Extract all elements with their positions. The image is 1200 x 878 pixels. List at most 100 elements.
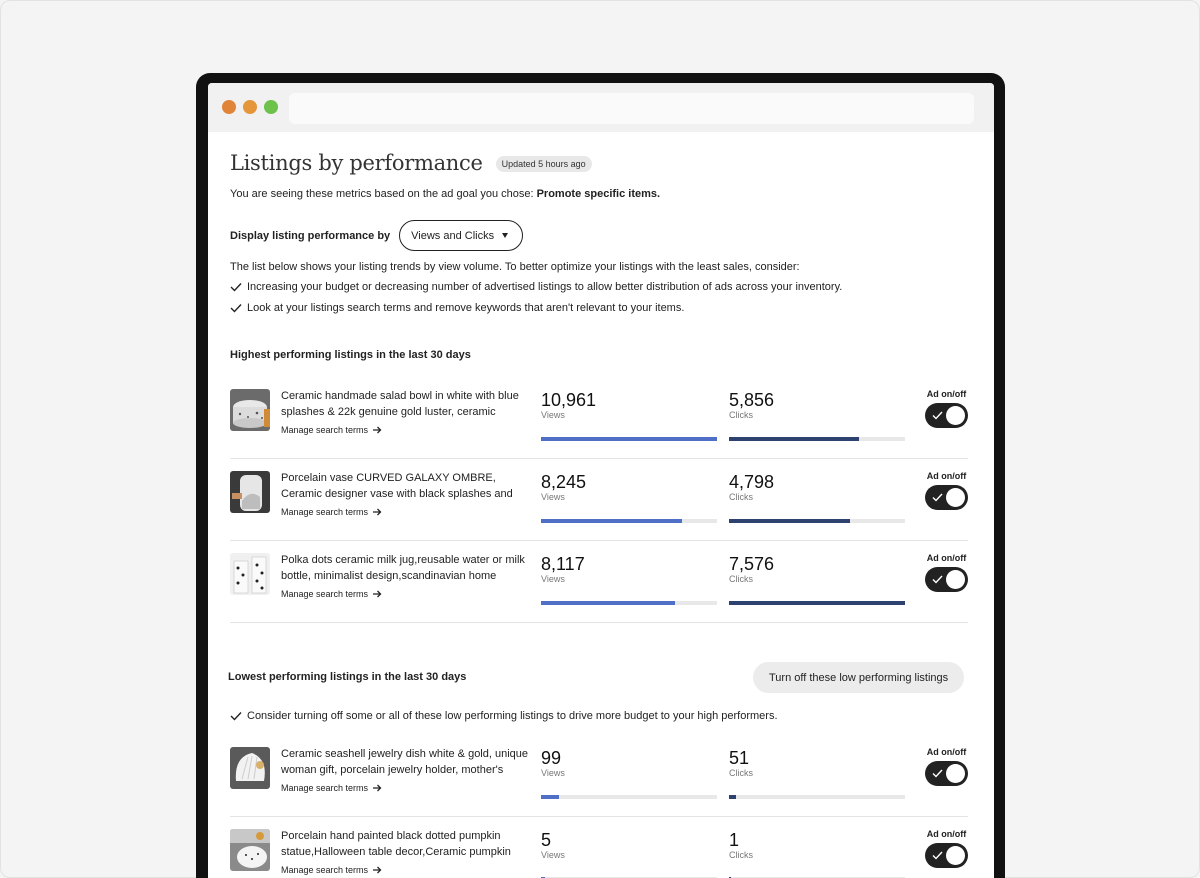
clicks-bar-track	[729, 519, 905, 523]
ad-goal-line: You are seeing these metrics based on th…	[230, 188, 660, 200]
lowest-section-title: Lowest performing listings in the last 3…	[228, 671, 467, 683]
ad-toggle-label: Ad on/off	[926, 471, 967, 481]
views-label: Views	[541, 492, 565, 502]
address-bar[interactable]	[289, 93, 974, 124]
listing-title[interactable]: Porcelain hand painted black dotted pump…	[281, 828, 531, 860]
highest-section-title: Highest performing listings in the last …	[230, 349, 471, 361]
views-bar-fill	[541, 519, 682, 523]
display-by-dropdown[interactable]: Views and Clicks	[399, 220, 524, 251]
clicks-value: 4,798	[729, 472, 775, 492]
display-by-selected: Views and Clicks	[411, 229, 495, 242]
listing-thumbnail[interactable]	[230, 471, 270, 513]
clicks-bar-fill	[729, 601, 905, 605]
views-value: 99	[541, 748, 562, 768]
clicks-label: Clicks	[729, 850, 753, 860]
ad-toggle-switch[interactable]	[925, 843, 968, 868]
views-metric: 8,245 Views	[541, 471, 717, 523]
browser-window: Listings by performance Updated 5 hours …	[208, 83, 994, 878]
caret-down-icon	[502, 233, 509, 238]
arrow-right-icon	[373, 508, 382, 516]
manage-search-terms-label: Manage search terms	[281, 507, 369, 517]
manage-search-terms-link[interactable]: Manage search terms	[281, 507, 382, 517]
views-bar-fill	[541, 601, 675, 605]
checkmark-icon	[230, 283, 242, 292]
ad-toggle-label: Ad on/off	[926, 553, 967, 563]
views-metric: 8,117 Views	[541, 553, 717, 605]
toggle-knob	[946, 488, 965, 507]
views-label: Views	[541, 410, 565, 420]
clicks-metric: 1 Clicks	[729, 829, 905, 878]
clicks-bar-fill	[729, 519, 851, 523]
manage-search-terms-link[interactable]: Manage search terms	[281, 783, 382, 793]
listing-thumbnail[interactable]	[230, 553, 270, 595]
manage-search-terms-label: Manage search terms	[281, 865, 369, 875]
manage-search-terms-link[interactable]: Manage search terms	[281, 589, 382, 599]
ad-toggle-switch[interactable]	[925, 485, 968, 510]
views-bar-track	[541, 795, 717, 799]
views-value: 10,961	[541, 390, 597, 410]
maximize-window-button[interactable]	[264, 100, 278, 114]
ad-toggle-group: Ad on/off	[925, 471, 968, 510]
display-by-label: Display listing performance by	[230, 229, 391, 242]
listing-row: Porcelain vase CURVED GALAXY OMBRE, Cera…	[230, 459, 968, 541]
ad-toggle-switch[interactable]	[925, 761, 968, 786]
views-bar-fill	[541, 437, 717, 441]
browser-toolbar	[208, 83, 994, 132]
listing-row: Polka dots ceramic milk jug,reusable wat…	[230, 541, 968, 623]
clicks-value: 7,576	[729, 554, 775, 574]
listing-row: Ceramic handmade salad bowl in white wit…	[230, 377, 968, 459]
toggle-knob	[946, 570, 965, 589]
tip-text: Increasing your budget or decreasing num…	[247, 281, 843, 293]
manage-search-terms-link[interactable]: Manage search terms	[281, 865, 382, 875]
listing-title[interactable]: Porcelain vase CURVED GALAXY OMBRE, Cera…	[281, 470, 531, 502]
tip-item: Look at your listings search terms and r…	[230, 302, 684, 314]
views-label: Views	[541, 850, 565, 860]
page-title: Listings by performance	[230, 151, 483, 175]
arrow-right-icon	[373, 784, 382, 792]
manage-search-terms-label: Manage search terms	[281, 589, 369, 599]
clicks-metric: 4,798 Clicks	[729, 471, 905, 523]
views-bar-track	[541, 437, 717, 441]
clicks-metric: 5,856 Clicks	[729, 389, 905, 441]
checkmark-icon	[932, 575, 943, 584]
listing-thumbnail[interactable]	[230, 389, 270, 431]
listing-title[interactable]: Polka dots ceramic milk jug,reusable wat…	[281, 552, 531, 584]
clicks-bar-fill	[729, 437, 860, 441]
views-label: Views	[541, 574, 565, 584]
close-window-button[interactable]	[222, 100, 236, 114]
ad-toggle-group: Ad on/off	[925, 553, 968, 592]
ad-toggle-group: Ad on/off	[925, 747, 968, 786]
ad-toggle-group: Ad on/off	[925, 389, 968, 428]
views-value: 8,117	[541, 554, 585, 574]
clicks-value: 5,856	[729, 390, 775, 410]
minimize-window-button[interactable]	[243, 100, 257, 114]
clicks-metric: 7,576 Clicks	[729, 553, 905, 605]
manage-search-terms-link[interactable]: Manage search terms	[281, 425, 382, 435]
clicks-label: Clicks	[729, 574, 753, 584]
clicks-bar-fill	[729, 795, 737, 799]
toggle-knob	[946, 406, 965, 425]
clicks-label: Clicks	[729, 492, 753, 502]
ad-toggle-switch[interactable]	[925, 567, 968, 592]
turn-off-low-listings-button[interactable]: Turn off these low performing listings	[753, 662, 965, 693]
ad-toggle-label: Ad on/off	[926, 389, 967, 399]
display-by-row: Display listing performance by Views and…	[230, 220, 524, 251]
listing-thumbnail[interactable]	[230, 747, 270, 789]
arrow-right-icon	[373, 590, 382, 598]
tip-item: Increasing your budget or decreasing num…	[230, 281, 842, 293]
listing-title[interactable]: Ceramic handmade salad bowl in white wit…	[281, 388, 531, 420]
ad-toggle-switch[interactable]	[925, 403, 968, 428]
pumpkin-thumbnail-icon	[230, 829, 270, 871]
checkmark-icon	[230, 712, 242, 721]
clicks-bar-track	[729, 601, 905, 605]
listing-title[interactable]: Ceramic seashell jewelry dish white & go…	[281, 746, 531, 778]
clicks-bar-track	[729, 795, 905, 799]
checkmark-icon	[932, 493, 943, 502]
ad-goal-prefix: You are seeing these metrics based on th…	[230, 188, 537, 200]
lowest-tip: Consider turning off some or all of thes…	[230, 710, 778, 722]
title-row: Listings by performance Updated 5 hours …	[230, 151, 592, 175]
views-bar-track	[541, 601, 717, 605]
listing-thumbnail[interactable]	[230, 829, 270, 871]
views-metric: 5 Views	[541, 829, 717, 878]
ad-toggle-group: Ad on/off	[925, 829, 968, 868]
